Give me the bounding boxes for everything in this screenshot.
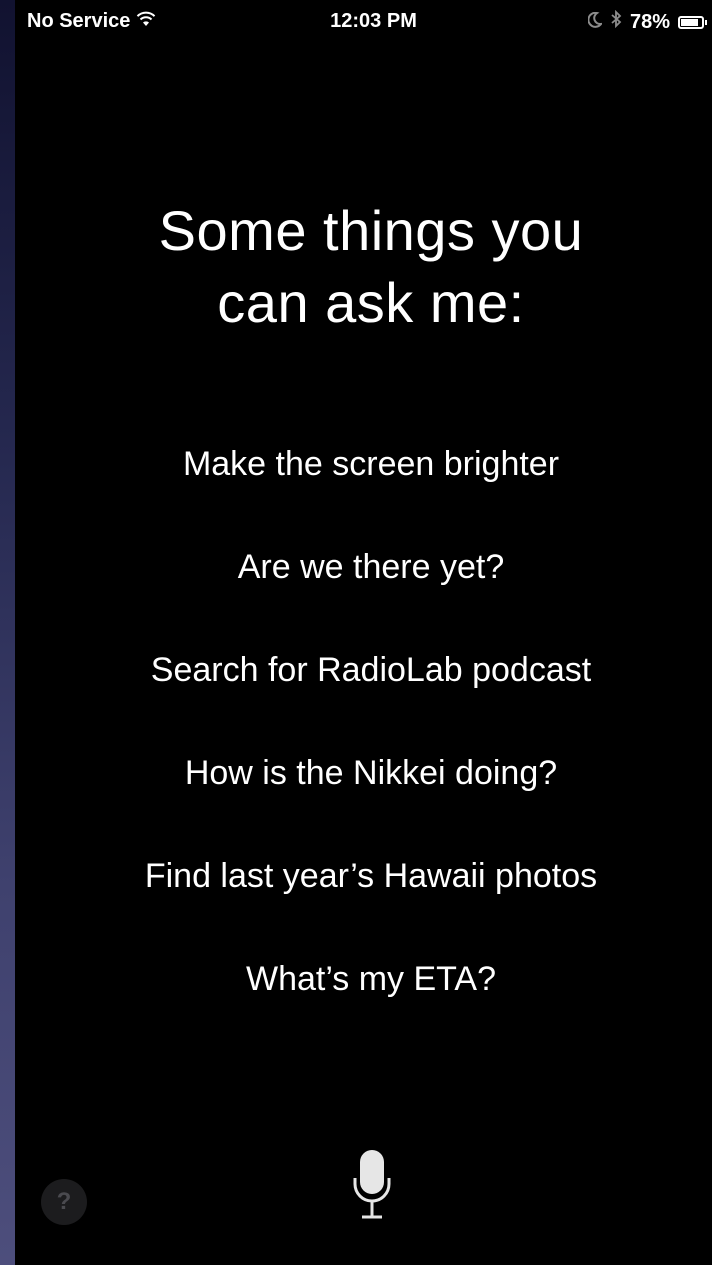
suggestion-item[interactable]: Are we there yet? [15, 540, 712, 643]
help-button[interactable]: ? [41, 1179, 87, 1225]
status-bar: No Service 12:03 PM 78% [15, 8, 712, 38]
siri-heading: Some things you can ask me: [15, 195, 712, 339]
suggestion-item[interactable]: Make the screen brighter [15, 437, 712, 540]
suggestion-item[interactable]: How is the Nikkei doing? [15, 746, 712, 849]
heading-line-1: Some things you [158, 199, 584, 262]
help-label: ? [56, 1188, 72, 1215]
battery-icon [678, 15, 707, 29]
suggestion-item[interactable]: What’s my ETA? [15, 952, 712, 1055]
suggestion-item[interactable]: Search for RadioLab podcast [15, 643, 712, 746]
status-right-group: 78% [587, 9, 707, 34]
heading-line-2: can ask me: [217, 271, 525, 334]
suggestion-item[interactable]: Find last year’s Hawaii photos [15, 849, 712, 952]
bluetooth-icon [610, 9, 622, 34]
microphone-icon[interactable] [350, 1148, 394, 1224]
device-edge [0, 0, 15, 1265]
suggestion-list: Make the screen brighter Are we there ye… [15, 437, 712, 1055]
battery-level-fill [681, 18, 699, 26]
moon-icon [587, 11, 604, 34]
battery-percent: 78% [629, 10, 670, 33]
